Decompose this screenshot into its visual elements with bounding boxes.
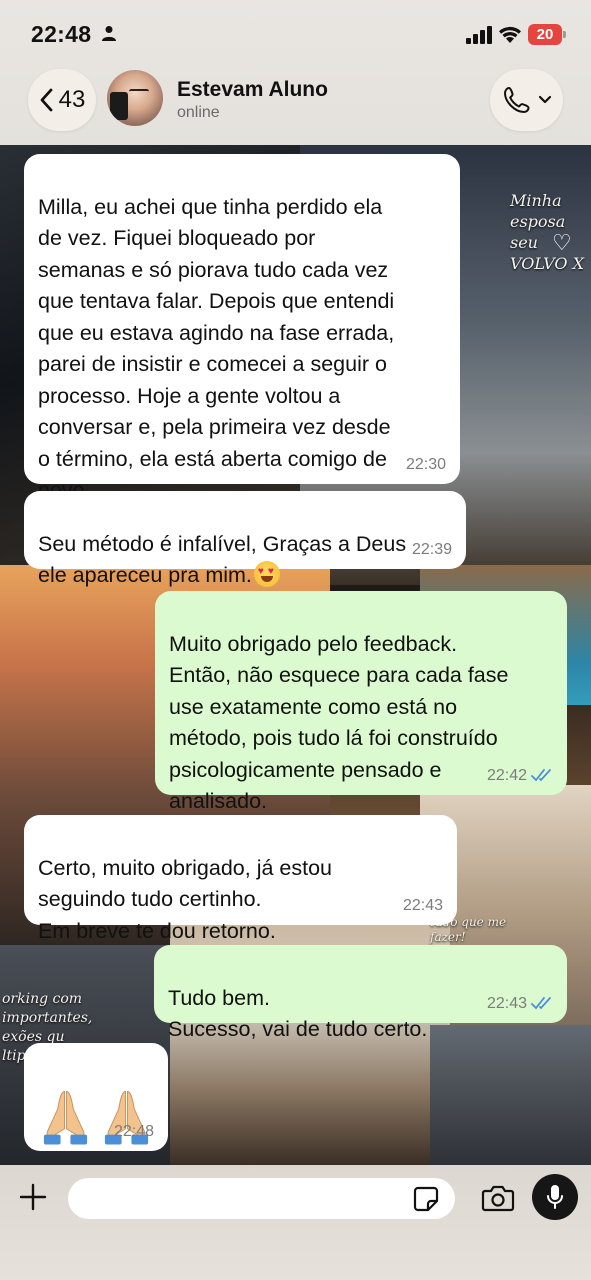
message-text: Milla, eu achei que tinha perdido ela de… [38, 194, 395, 503]
status-time: 22:48 [31, 21, 92, 47]
contact-status: online [177, 104, 220, 121]
message-text: Seu método é infalível, Graças a Deus el… [38, 531, 407, 588]
message-time-label: 22:43 [486, 994, 527, 1012]
sticker-icon[interactable] [412, 1185, 440, 1213]
avatar-glasses-shape [129, 89, 149, 94]
message-time: 22:30 [406, 449, 446, 481]
plus-icon[interactable] [18, 1182, 48, 1212]
battery-indicator: 20 [528, 24, 567, 45]
unread-count: 43 [58, 86, 86, 113]
contact-name[interactable]: Estevam Aluno [177, 78, 328, 102]
message-bubble-outgoing[interactable]: Muito obrigado pelo feedback. Então, não… [155, 591, 567, 813]
message-bubble-outgoing[interactable]: Tudo bem. Sucesso, vai de tudo certo. 22… [154, 945, 567, 1041]
chevron-left-icon [40, 88, 53, 112]
call-button[interactable] [490, 69, 563, 131]
message-time-label: 22:42 [486, 766, 527, 784]
person-icon [102, 26, 116, 41]
wifi-icon [499, 26, 521, 43]
message-text-wrap: Seu método é infalível, Graças a Deus el… [38, 529, 452, 592]
wallpaper-car-caption: Minha esposa seu VOLVO X [510, 191, 584, 273]
cellular-signal-icon [466, 26, 492, 44]
avatar-phone-shape [110, 92, 128, 120]
message-bubble-incoming[interactable]: Milla, eu achei que tinha perdido ela de… [24, 154, 460, 502]
message-time: 22:43 [403, 890, 443, 922]
avatar[interactable] [107, 70, 163, 126]
back-button[interactable]: 43 [28, 69, 96, 131]
message-bubble-incoming[interactable]: 22:48 [24, 1043, 168, 1151]
message-bubble-incoming[interactable]: Certo, muito obrigado, já estou seguindo… [24, 815, 457, 943]
message-time: 22:48 [114, 1116, 154, 1148]
read-receipt-icon [531, 997, 551, 1010]
message-bubble-incoming[interactable]: Seu método é infalível, Graças a Deus el… [24, 491, 466, 587]
message-time: 22:42 [487, 760, 553, 792]
heart-icon: ♡ [552, 230, 572, 255]
message-time: 22:39 [412, 534, 452, 566]
message-time-label: 22:39 [411, 540, 452, 558]
status-bar: 22:48 20 [0, 0, 591, 70]
heart-eyes-emoji-icon: ♥ ♥ [253, 561, 280, 587]
battery-cap [563, 31, 566, 38]
battery-level: 20 [528, 24, 562, 45]
folded-hands-emoji-icon [43, 1090, 88, 1144]
microphone-button[interactable] [532, 1174, 578, 1220]
camera-icon[interactable] [481, 1184, 515, 1212]
message-time-label: 22:30 [405, 455, 446, 473]
phone-icon [503, 87, 529, 113]
message-input[interactable] [68, 1178, 455, 1219]
read-receipt-icon [531, 769, 551, 782]
chevron-down-icon [538, 95, 551, 104]
message-time-label: 22:43 [402, 896, 443, 914]
message-time: 22:43 [487, 988, 553, 1020]
message-time-label: 22:48 [113, 1122, 154, 1140]
message-text: Certo, muito obrigado, já estou seguindo… [38, 855, 332, 943]
chat-header: 22:48 20 43 Estevam Aluno online [0, 0, 591, 145]
microphone-icon [547, 1185, 563, 1209]
